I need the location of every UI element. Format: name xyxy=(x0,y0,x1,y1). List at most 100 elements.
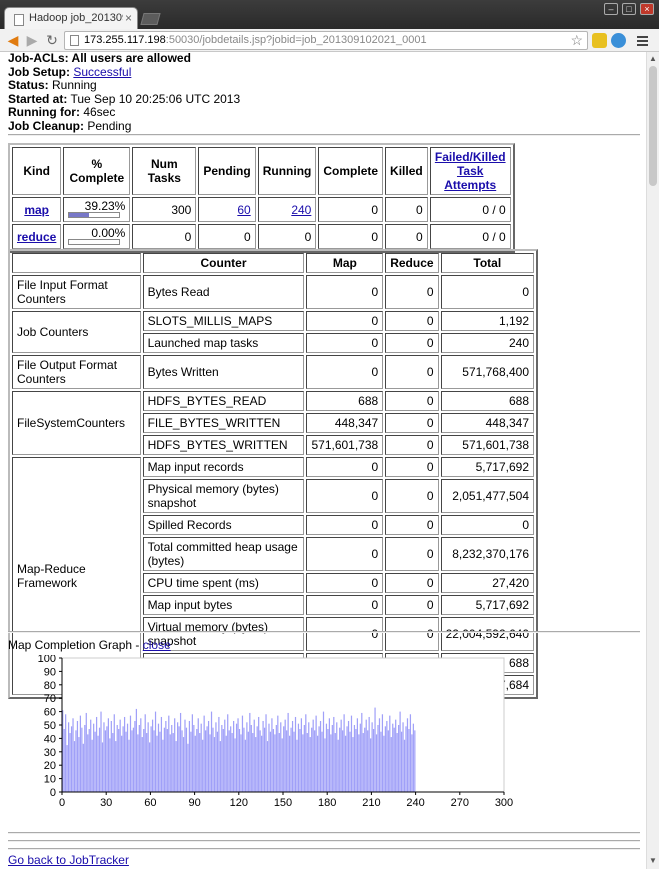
pending-link[interactable]: 60 xyxy=(237,203,250,217)
bar xyxy=(116,725,118,792)
counter-total: 688 xyxy=(440,391,534,411)
bar xyxy=(297,723,300,792)
bar xyxy=(63,729,65,792)
bar xyxy=(331,725,333,792)
num-tasks-cell: 300 xyxy=(132,197,197,222)
bar xyxy=(308,722,310,792)
y-tick-label: 20 xyxy=(44,760,56,772)
counter-total: 2,051,477,504 xyxy=(440,479,534,513)
counter-total: 571,768,400 xyxy=(440,355,534,389)
bar xyxy=(199,733,201,792)
bar xyxy=(266,741,269,792)
counter-name: Total committed heap usage (bytes) xyxy=(142,537,305,571)
minimize-button[interactable]: ‒ xyxy=(604,3,618,15)
bar xyxy=(374,707,376,792)
pending-cell[interactable]: 60 xyxy=(198,197,256,222)
kind-cell[interactable]: map xyxy=(12,197,62,222)
bar xyxy=(72,718,74,792)
bar xyxy=(281,738,283,792)
kind-cell[interactable]: reduce xyxy=(12,224,62,249)
menu-icon[interactable] xyxy=(636,33,651,48)
bar xyxy=(240,734,242,792)
vertical-scrollbar[interactable]: ▲ ▼ xyxy=(646,52,659,869)
counter-row: Map-Reduce Framework Map input records 0 0 5… xyxy=(12,457,534,695)
bar xyxy=(182,737,185,792)
header-failed-killed[interactable]: Failed/Killed Task Attempts xyxy=(429,147,511,195)
pct-value: 0.00% xyxy=(91,226,126,240)
counter-name: Bytes Written xyxy=(142,355,305,389)
y-tick-label: 50 xyxy=(44,720,56,732)
browser-tab[interactable]: Hadoop job_20130910⁠ × xyxy=(4,7,138,30)
y-tick-label: 0 xyxy=(50,787,56,799)
header-pending: Pending xyxy=(198,147,256,195)
num-tasks-cell: 0 xyxy=(132,224,197,249)
reload-icon[interactable]: ↻ xyxy=(43,31,61,49)
bar xyxy=(65,714,67,792)
separator xyxy=(8,134,640,136)
bar xyxy=(146,733,148,792)
bar xyxy=(294,716,297,792)
maximize-button[interactable]: □ xyxy=(622,3,636,15)
bar xyxy=(349,731,351,792)
scroll-down-icon[interactable]: ▼ xyxy=(649,856,657,865)
bar xyxy=(334,733,336,792)
bar xyxy=(275,725,277,792)
bar xyxy=(135,708,137,792)
counter-reduce: 0 xyxy=(385,457,439,477)
graph-close-link[interactable]: close xyxy=(143,638,171,652)
bar xyxy=(179,712,182,792)
bar xyxy=(235,723,238,792)
bar xyxy=(110,720,112,792)
bar xyxy=(162,739,164,792)
bar xyxy=(328,718,330,792)
failed-cell: 0 / 0 xyxy=(429,224,511,249)
running-cell[interactable]: 240 xyxy=(257,197,317,222)
bar xyxy=(321,731,323,792)
bar xyxy=(87,734,89,792)
forward-arrow-icon[interactable]: ▶ xyxy=(23,31,41,49)
scroll-up-icon[interactable]: ▲ xyxy=(649,54,657,63)
counter-name: SLOTS_MILLIS_MAPS xyxy=(142,311,305,331)
back-to-jobtracker-link[interactable]: Go back to JobTracker xyxy=(8,853,129,867)
counter-total: 0 xyxy=(440,275,534,309)
bar xyxy=(101,742,104,792)
back-arrow-icon[interactable]: ◀ xyxy=(4,31,22,49)
kind-reduce-link[interactable]: reduce xyxy=(17,230,56,244)
page-info-icon[interactable] xyxy=(70,35,79,46)
running-link[interactable]: 240 xyxy=(291,203,311,217)
bar xyxy=(149,742,151,792)
header-counter: Counter xyxy=(142,253,305,273)
bar xyxy=(126,723,129,792)
extension-v-icon[interactable] xyxy=(611,33,626,48)
failed-killed-link[interactable]: Failed/Killed Task Attempts xyxy=(435,150,506,192)
bar xyxy=(361,712,363,792)
kind-map-link[interactable]: map xyxy=(24,203,49,217)
address-bar[interactable]: 173.255.117.198:50030/jobdetails.jsp?job… xyxy=(64,31,588,50)
y-tick-label: 60 xyxy=(44,707,56,719)
bar xyxy=(76,720,79,792)
bar xyxy=(215,722,217,792)
bar xyxy=(231,733,233,792)
counter-map: 0 xyxy=(306,457,384,477)
bar xyxy=(290,727,292,792)
bar xyxy=(375,734,378,792)
tab-close-icon[interactable]: × xyxy=(125,11,132,25)
new-tab-button[interactable] xyxy=(140,13,161,25)
close-window-button[interactable]: × xyxy=(640,3,654,15)
bar xyxy=(66,745,68,792)
extension-icon[interactable] xyxy=(592,33,607,48)
counter-map: 0 xyxy=(306,355,384,389)
bar xyxy=(412,723,414,792)
bar xyxy=(165,720,167,792)
x-tick-label: 150 xyxy=(274,797,292,809)
x-tick-label: 180 xyxy=(318,797,336,809)
x-tick-label: 90 xyxy=(188,797,200,809)
graph-title: Map Completion Graph - xyxy=(8,638,143,652)
bar xyxy=(181,730,183,792)
counter-map: 0 xyxy=(306,595,384,615)
bar xyxy=(218,716,220,792)
bookmark-star-icon[interactable]: ☆ xyxy=(570,32,583,49)
job-setup-link[interactable]: Successful xyxy=(73,65,131,79)
counter-reduce: 0 xyxy=(385,333,439,353)
scrollbar-thumb[interactable] xyxy=(649,66,657,186)
